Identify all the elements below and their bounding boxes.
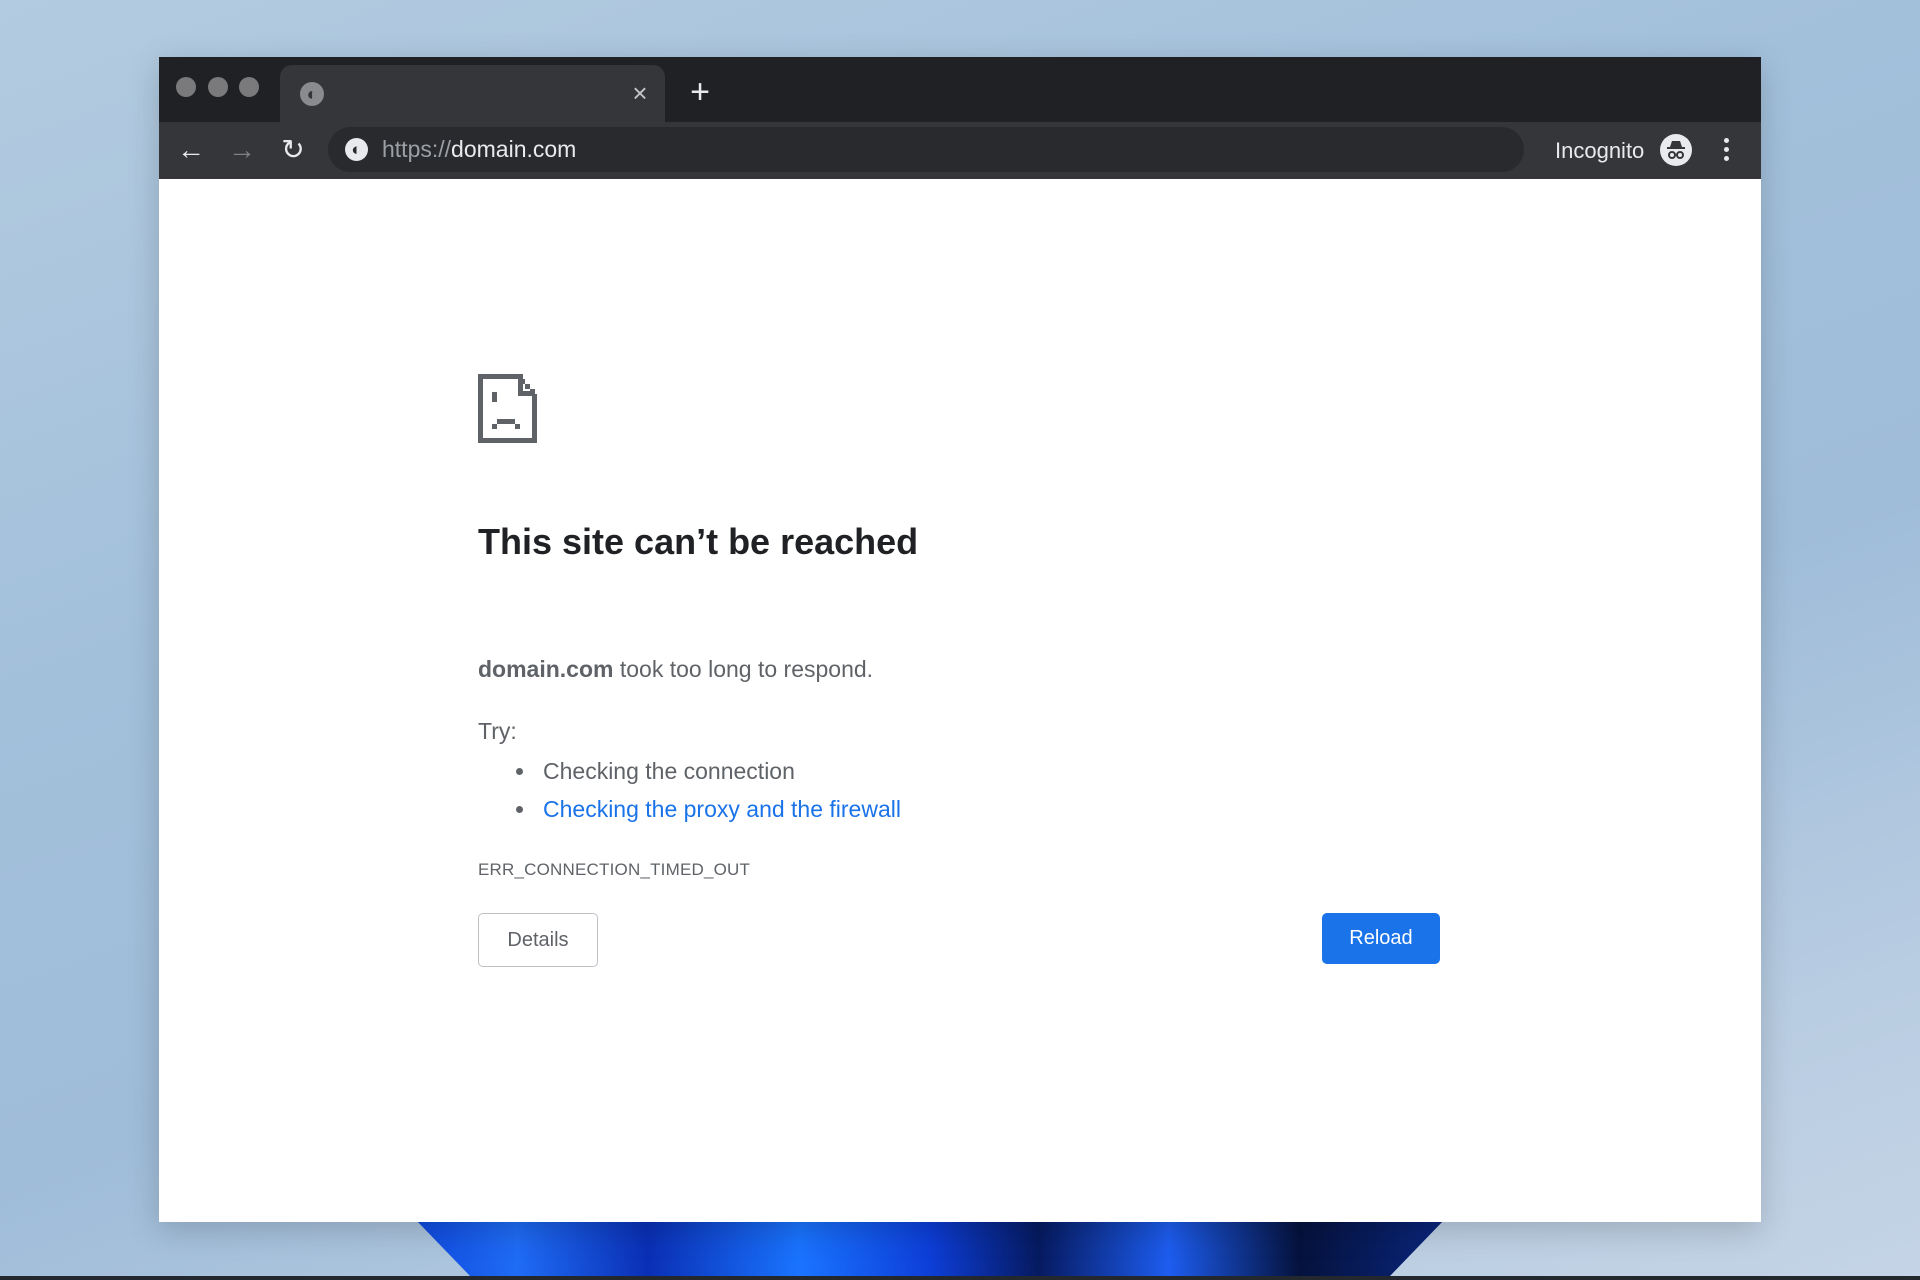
error-page: This site can’t be reached domain.com to… [159, 179, 1761, 1222]
browser-window: ◐ × + ← → ↻ ◐ https://domain.com Incogni… [159, 57, 1761, 1222]
kebab-menu-icon[interactable] [1717, 134, 1737, 166]
error-summary: domain.com took too long to respond. [478, 655, 873, 683]
details-button[interactable]: Details [478, 913, 598, 967]
error-heading: This site can’t be reached [478, 521, 919, 562]
error-code: ERR_CONNECTION_TIMED_OUT [478, 860, 751, 879]
suggestion-check-proxy-firewall-link[interactable]: Checking the proxy and the firewall [478, 790, 901, 828]
suggestions-list: Checking the connection Checking the pro… [478, 752, 901, 828]
try-label: Try: [478, 718, 517, 744]
reload-button[interactable]: Reload [1322, 913, 1440, 964]
forward-arrow-icon[interactable]: → [226, 134, 258, 166]
close-tab-icon[interactable]: × [626, 79, 654, 107]
taskbar [0, 1276, 1920, 1280]
url-scheme: https:// [382, 136, 452, 162]
sad-page-icon [478, 374, 537, 443]
toolbar: ← → ↻ ◐ https://domain.com Incognito [159, 122, 1761, 179]
tab-strip: ◐ × + [159, 57, 1761, 122]
url-text[interactable]: https://domain.com [382, 136, 576, 163]
back-arrow-icon[interactable]: ← [175, 134, 207, 166]
error-host: domain.com [478, 656, 614, 682]
site-info-globe-icon[interactable]: ◐ [345, 138, 368, 161]
window-maximize-dot[interactable] [239, 77, 259, 97]
incognito-label[interactable]: Incognito [1555, 137, 1644, 164]
url-host: domain.com [451, 136, 577, 162]
window-close-dot[interactable] [176, 77, 196, 97]
error-summary-text: took too long to respond. [613, 656, 874, 682]
tab-active[interactable]: ◐ × [280, 65, 665, 122]
window-minimize-dot[interactable] [208, 77, 228, 97]
address-bar[interactable]: ◐ https://domain.com [328, 127, 1524, 172]
incognito-icon[interactable] [1660, 134, 1692, 166]
globe-icon: ◐ [300, 82, 324, 106]
new-tab-button[interactable]: + [685, 75, 715, 109]
suggestion-check-connection: Checking the connection [478, 752, 901, 790]
reload-icon[interactable]: ↻ [277, 134, 309, 166]
